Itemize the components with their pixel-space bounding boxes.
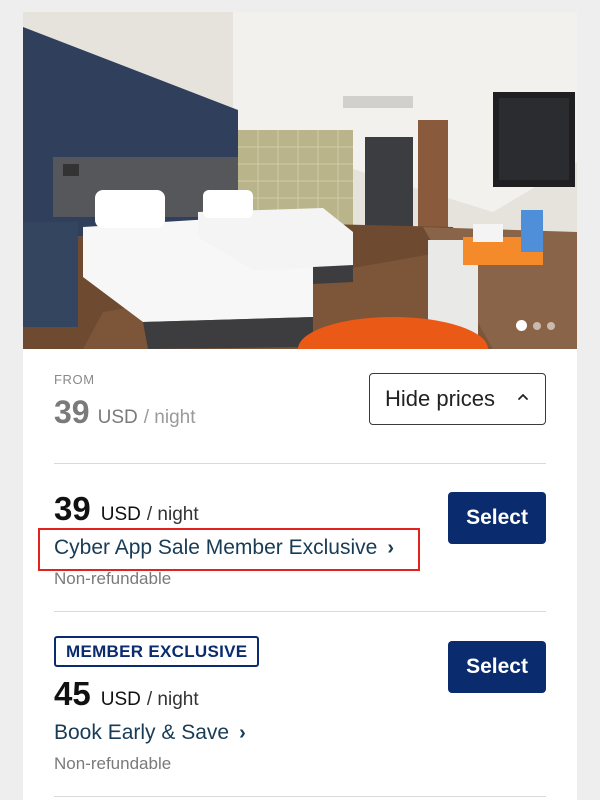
from-price-per-night: / night — [143, 407, 196, 428]
rate-price-amount: 39 — [54, 490, 91, 527]
chevron-right-icon: › — [239, 721, 246, 744]
room-photo-carousel[interactable] — [23, 12, 577, 349]
from-label: FROM — [54, 372, 95, 387]
select-button[interactable]: Select — [448, 492, 546, 544]
rate-price: 45 USD / night — [54, 675, 199, 713]
chevron-up-icon — [518, 394, 528, 400]
divider — [54, 796, 546, 797]
rate-price-per-night: / night — [146, 504, 199, 525]
carousel-indicator[interactable] — [516, 320, 555, 331]
hide-prices-label: Hide prices — [385, 386, 496, 411]
room-photo — [23, 12, 577, 349]
from-price: 39 USD / night — [54, 394, 195, 431]
rate-price-currency: USD — [100, 689, 141, 710]
member-exclusive-badge: MEMBER EXCLUSIVE — [54, 636, 260, 667]
rate-price: 39 USD / night — [54, 490, 199, 528]
rate-name: Cyber App Sale Member Exclusive — [54, 536, 378, 559]
rate-name-link[interactable]: Book Early & Save › — [54, 721, 246, 745]
refund-policy: Non-refundable — [54, 754, 172, 773]
rate-price-amount: 45 — [54, 675, 91, 712]
rate-price-per-night: / night — [146, 689, 199, 710]
rate-name-link[interactable]: Cyber App Sale Member Exclusive › — [54, 536, 394, 560]
refund-policy: Non-refundable — [54, 569, 172, 588]
carousel-dot[interactable] — [547, 321, 555, 330]
carousel-dot[interactable] — [533, 321, 541, 330]
from-price-amount: 39 — [54, 394, 90, 430]
carousel-dot-active[interactable] — [516, 320, 527, 331]
divider — [54, 463, 546, 464]
select-button[interactable]: Select — [448, 641, 546, 693]
rate-name: Book Early & Save — [54, 721, 230, 744]
rate-price-currency: USD — [100, 504, 141, 525]
hide-prices-button[interactable]: Hide prices — [369, 373, 546, 425]
from-price-currency: USD — [97, 407, 138, 428]
chevron-right-icon: › — [387, 536, 394, 559]
room-card: FROM 39 USD / night Hide prices 39 USD /… — [23, 12, 577, 800]
divider — [54, 611, 546, 612]
